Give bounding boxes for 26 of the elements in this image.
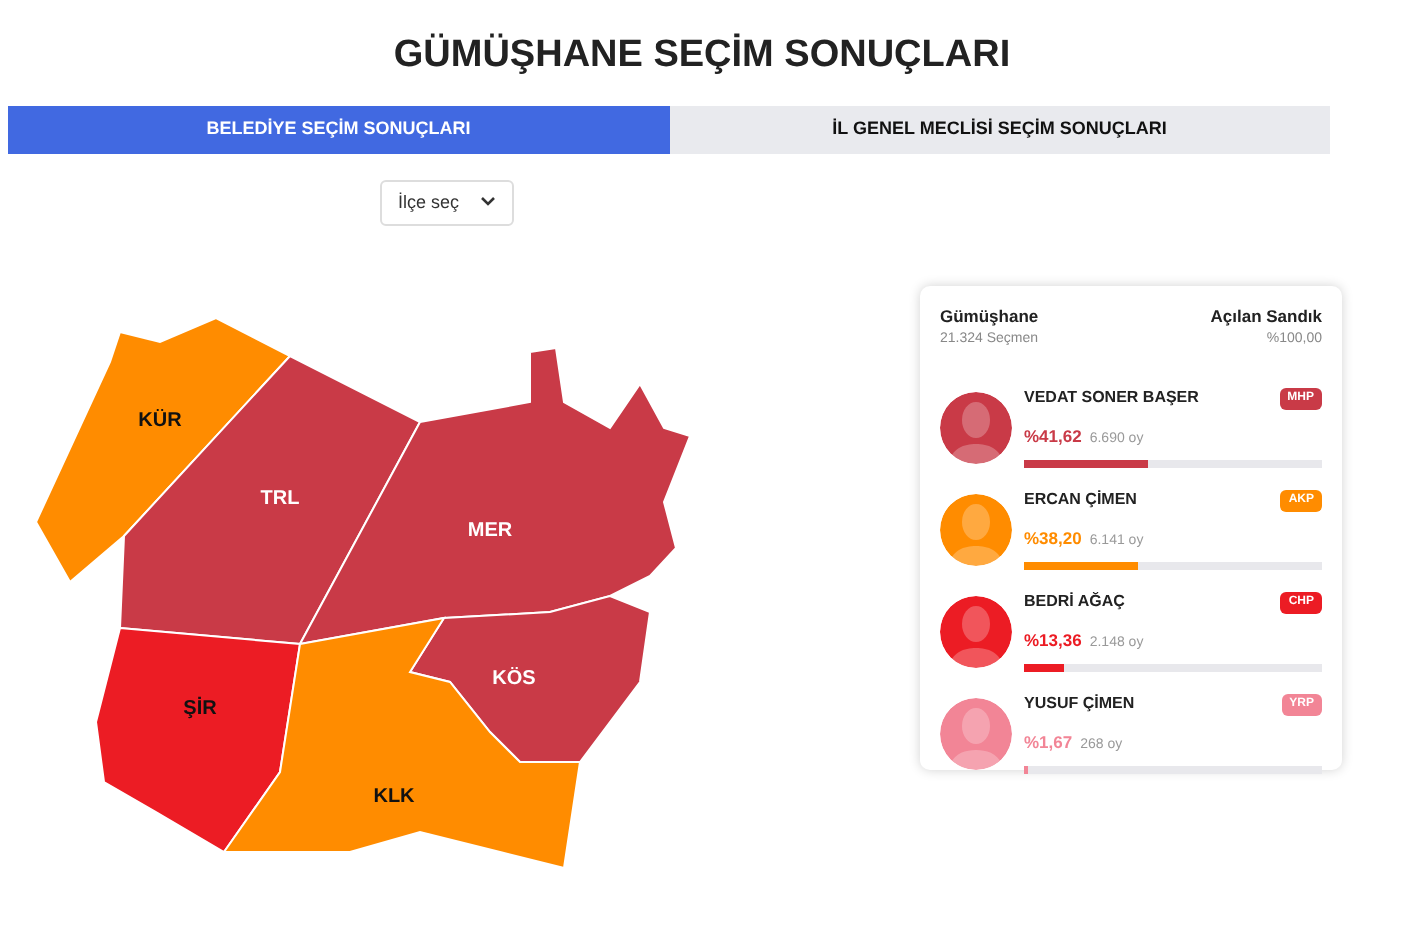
page-title: GÜMÜŞHANE SEÇİM SONUÇLARI (391, 31, 1013, 80)
candidate-name: ERCAN ÇİMEN (1024, 488, 1137, 513)
district-label: ŞİR (183, 698, 217, 720)
district-label: KÖS (492, 668, 536, 690)
district-label: TRL (260, 488, 300, 510)
candidate-name: BEDRİ AĞAÇ (1024, 590, 1125, 615)
district-region[interactable] (118, 354, 422, 646)
district-region[interactable] (298, 346, 692, 646)
district-label: MER (467, 520, 513, 542)
district-label: KÜR (138, 410, 182, 432)
district-region[interactable] (222, 616, 582, 870)
vote-percent: %1,67 (1024, 732, 1073, 753)
vote-percent: %38,20 (1024, 528, 1082, 549)
district-region[interactable] (95, 626, 302, 854)
district-select[interactable]: İlçe seç (380, 179, 514, 226)
chevron-down-icon (479, 196, 496, 209)
district-label: KLK (373, 786, 415, 808)
place-name: Gümüşhane (940, 304, 1039, 330)
tab[interactable]: İL GENEL MECLİSİ SEÇİM SONUÇLARI (669, 105, 1330, 153)
candidate-name: VEDAT SONER BAŞER (1024, 386, 1199, 411)
opened-label: Açılan Sandık (1210, 304, 1322, 330)
vote-percent: %13,36 (1024, 630, 1082, 651)
candidate-name: YUSUF ÇİMEN (1024, 692, 1135, 717)
tab[interactable]: BELEDİYE SEÇİM SONUÇLARI (8, 105, 669, 153)
vote-percent: %41,62 (1024, 426, 1082, 447)
district-region[interactable] (408, 594, 652, 763)
